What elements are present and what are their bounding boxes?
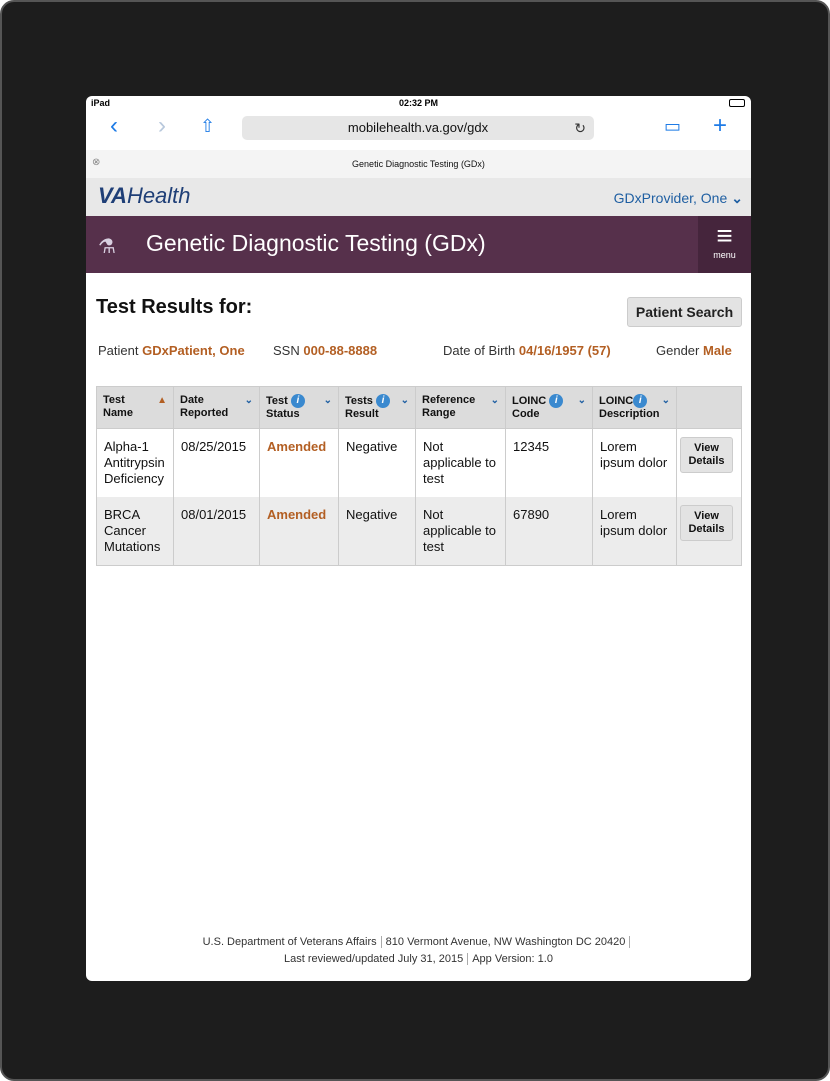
page-footer: U.S. Department of Veterans Affairs 810 V… [86,934,751,968]
battery-icon [729,99,745,107]
cell-action: View Details [676,428,742,497]
tab-title: Genetic Diagnostic Testing (GDx) [352,159,485,169]
footer-version: App Version: 1.0 [472,953,553,965]
provider-name: GDxProvider, One [613,190,728,206]
cell-range: Not applicable to test [415,428,506,497]
chevron-down-icon: ⌄ [731,190,743,206]
info-icon: i [375,394,390,408]
cell-result: Negative [338,428,416,497]
patient-gender-info: Gender Male [656,343,732,358]
app-title-bar: ⚗ Genetic Diagnostic Testing (GDx) ≡ men… [86,216,751,273]
browser-tab[interactable]: ⊗ Genetic Diagnostic Testing (GDx) [86,150,751,179]
header-loinc-description[interactable]: LOINC i Description ⌄ [592,386,677,429]
va-health-logo[interactable]: VAHealth [98,183,191,209]
device-screen: iPad 02:32 PM ‹ › ⇧ mobilehealth.va.gov/… [86,96,751,981]
page-title: Test Results for: [96,296,253,318]
new-tab-icon[interactable]: + [713,112,727,140]
cell-action: View Details [676,497,742,566]
sort-down-icon: ⌄ [490,395,499,406]
sort-down-icon: ⌄ [244,395,253,406]
status-time: 02:32 PM [398,98,439,108]
cell-date: 08/25/2015 [173,428,260,497]
va-header: VAHealth GDxProvider, One ⌄ [86,178,751,216]
view-details-button[interactable]: View Details [680,437,733,473]
cell-status: Amended [259,428,339,497]
footer-address: 810 Vermont Avenue, NW Washington DC 204… [385,936,626,948]
reload-icon[interactable]: ↻ [574,116,586,140]
sort-down-icon: ⌄ [661,395,670,406]
app-title: Genetic Diagnostic Testing (GDx) [146,230,486,256]
patient-ssn-info: SSN 000-88-8888 [273,343,378,358]
cell-result: Negative [338,497,416,566]
view-details-button[interactable]: View Details [680,505,733,541]
header-tests-result[interactable]: Tests i Result ⌄ [338,386,416,429]
info-icon: i [633,394,648,408]
cell-test-name: Alpha-1 Antitrypsin Deficiency [96,428,174,497]
menu-button[interactable]: ≡ menu [698,216,751,273]
cell-code: 67890 [505,497,593,566]
sort-up-icon: ▲ [157,395,167,406]
results-table: Test Name ▲ Date Reported ⌄ Test i Status ⌄ Te… [96,386,742,566]
sort-down-icon: ⌄ [577,395,586,406]
header-test-name[interactable]: Test Name ▲ [96,386,174,429]
patient-dob-info: Date of Birth 04/16/1957 (57) [443,343,611,358]
browser-toolbar: ‹ › ⇧ mobilehealth.va.gov/gdx ↻ ▭ + [86,110,751,144]
dna-flask-icon: ⚗ [98,236,116,258]
cell-status: Amended [259,497,339,566]
patient-dob: 04/16/1957 (57) [518,343,611,358]
forward-icon[interactable]: › [158,112,166,140]
patient-name: GDxPatient, One [142,343,245,358]
header-reference-range[interactable]: Reference Range ⌄ [415,386,506,429]
hamburger-icon: ≡ [716,220,733,251]
patient-name-info: Patient GDxPatient, One [98,343,245,358]
patient-search-button[interactable]: Patient Search [627,297,742,327]
cell-range: Not applicable to test [415,497,506,566]
cell-test-name: BRCA Cancer Mutations [96,497,174,566]
patient-ssn: 000-88-8888 [303,343,378,358]
share-icon[interactable]: ⇧ [200,116,215,137]
sort-down-icon: ⌄ [323,395,332,406]
menu-label: menu [713,250,736,260]
cell-description: Lorem ipsum dolor [592,497,677,566]
table-row: BRCA Cancer Mutations 08/01/2015 Amended… [96,497,742,566]
table-header-row: Test Name ▲ Date Reported ⌄ Test i Status ⌄ Te… [96,386,742,429]
provider-menu[interactable]: GDxProvider, One ⌄ [614,190,743,207]
bookmarks-icon[interactable]: ▭ [664,116,681,137]
header-loinc-code[interactable]: LOINC i Code ⌄ [505,386,593,429]
info-icon: i [290,394,305,408]
cell-code: 12345 [505,428,593,497]
patient-gender: Male [703,343,732,358]
sort-down-icon: ⌄ [400,395,409,406]
footer-org: U.S. Department of Veterans Affairs [202,936,377,948]
cell-date: 08/01/2015 [173,497,260,566]
url-text: mobilehealth.va.gov/gdx [347,120,489,135]
ios-status-bar: iPad 02:32 PM [86,96,751,110]
table-row: Alpha-1 Antitrypsin Deficiency 08/25/201… [96,428,742,497]
back-icon[interactable]: ‹ [110,112,118,140]
header-actions [676,386,742,429]
cell-description: Lorem ipsum dolor [592,428,677,497]
url-field[interactable]: mobilehealth.va.gov/gdx ↻ [242,116,594,140]
device-frame: iPad 02:32 PM ‹ › ⇧ mobilehealth.va.gov/… [0,0,830,1081]
info-icon: i [549,394,564,408]
header-test-status[interactable]: Test i Status ⌄ [259,386,339,429]
header-date-reported[interactable]: Date Reported ⌄ [173,386,260,429]
footer-updated: Last reviewed/updated July 31, 2015 [284,953,464,965]
